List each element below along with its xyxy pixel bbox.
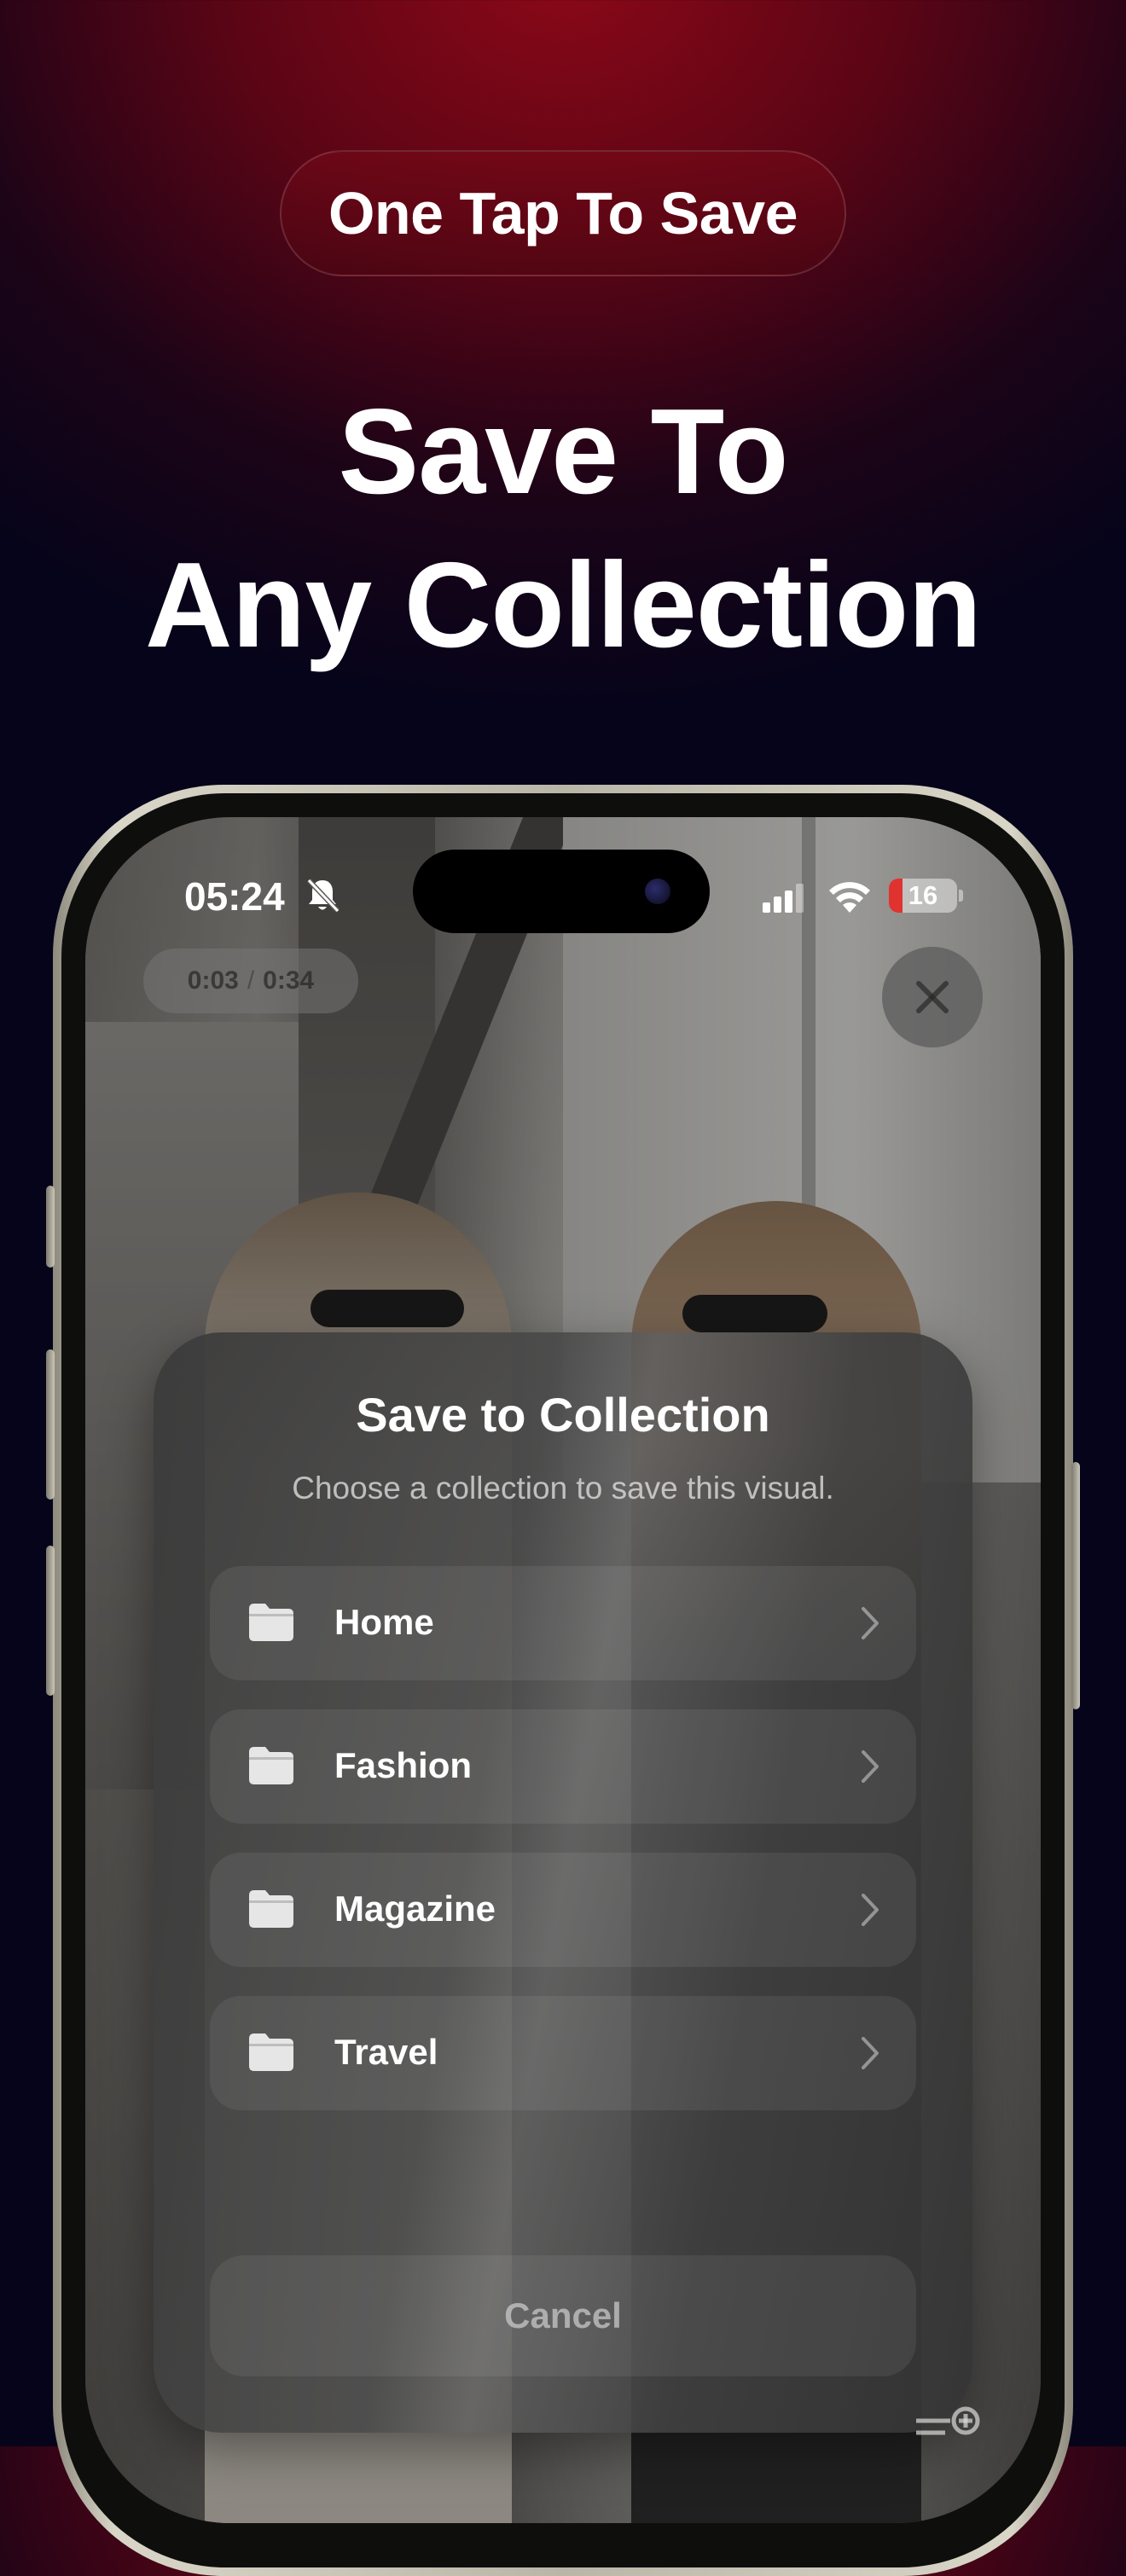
add-to-list-icon[interactable] [913, 2404, 981, 2446]
status-time: 05:24 [184, 874, 285, 919]
chevron-right-icon [862, 1750, 879, 1783]
promo-pill: One Tap To Save [280, 150, 846, 276]
sheet-subtitle: Choose a collection to save this visual. [292, 1471, 834, 1506]
chevron-right-icon [862, 1607, 879, 1639]
bell-slash-icon [306, 878, 340, 914]
battery-icon: 16 [889, 879, 957, 913]
video-timer: 0:03 / 0:34 [143, 949, 358, 1013]
close-button[interactable] [882, 947, 983, 1047]
folder-icon [249, 1890, 293, 1928]
collection-row-home[interactable]: Home [210, 1566, 916, 1680]
collection-row-fashion[interactable]: Fashion [210, 1709, 916, 1824]
collection-row-travel[interactable]: Travel [210, 1996, 916, 2110]
video-duration: 0:34 [263, 966, 315, 995]
signal-icon [763, 884, 804, 913]
chevron-right-icon [862, 2037, 879, 2069]
battery-level: 16 [908, 880, 938, 910]
collection-row-magazine[interactable]: Magazine [210, 1853, 916, 1967]
volume-up-button [46, 1349, 55, 1500]
cancel-button[interactable]: Cancel [210, 2255, 916, 2376]
chevron-right-icon [862, 1894, 879, 1926]
collection-label: Magazine [334, 1888, 496, 1929]
wifi-icon [829, 882, 870, 913]
volume-down-button [46, 1546, 55, 1696]
battery-tip [959, 890, 963, 902]
headline-line-1: Save To [338, 384, 788, 519]
action-button [46, 1186, 55, 1268]
video-elapsed: 0:03 [187, 966, 239, 995]
sheet-title: Save to Collection [356, 1388, 770, 1442]
headline-line-2: Any Collection [144, 537, 982, 673]
front-camera [645, 879, 670, 904]
folder-icon [249, 2034, 293, 2071]
collection-label: Travel [334, 2032, 438, 2072]
folder-icon [249, 1604, 293, 1641]
close-icon [916, 981, 949, 1013]
video-time-separator: / [247, 966, 255, 995]
collection-label: Fashion [334, 1745, 473, 1785]
promo-pill-text: One Tap To Save [328, 180, 798, 247]
collection-label: Home [334, 1602, 434, 1642]
folder-icon [249, 1747, 293, 1784]
power-button [1071, 1462, 1080, 1709]
